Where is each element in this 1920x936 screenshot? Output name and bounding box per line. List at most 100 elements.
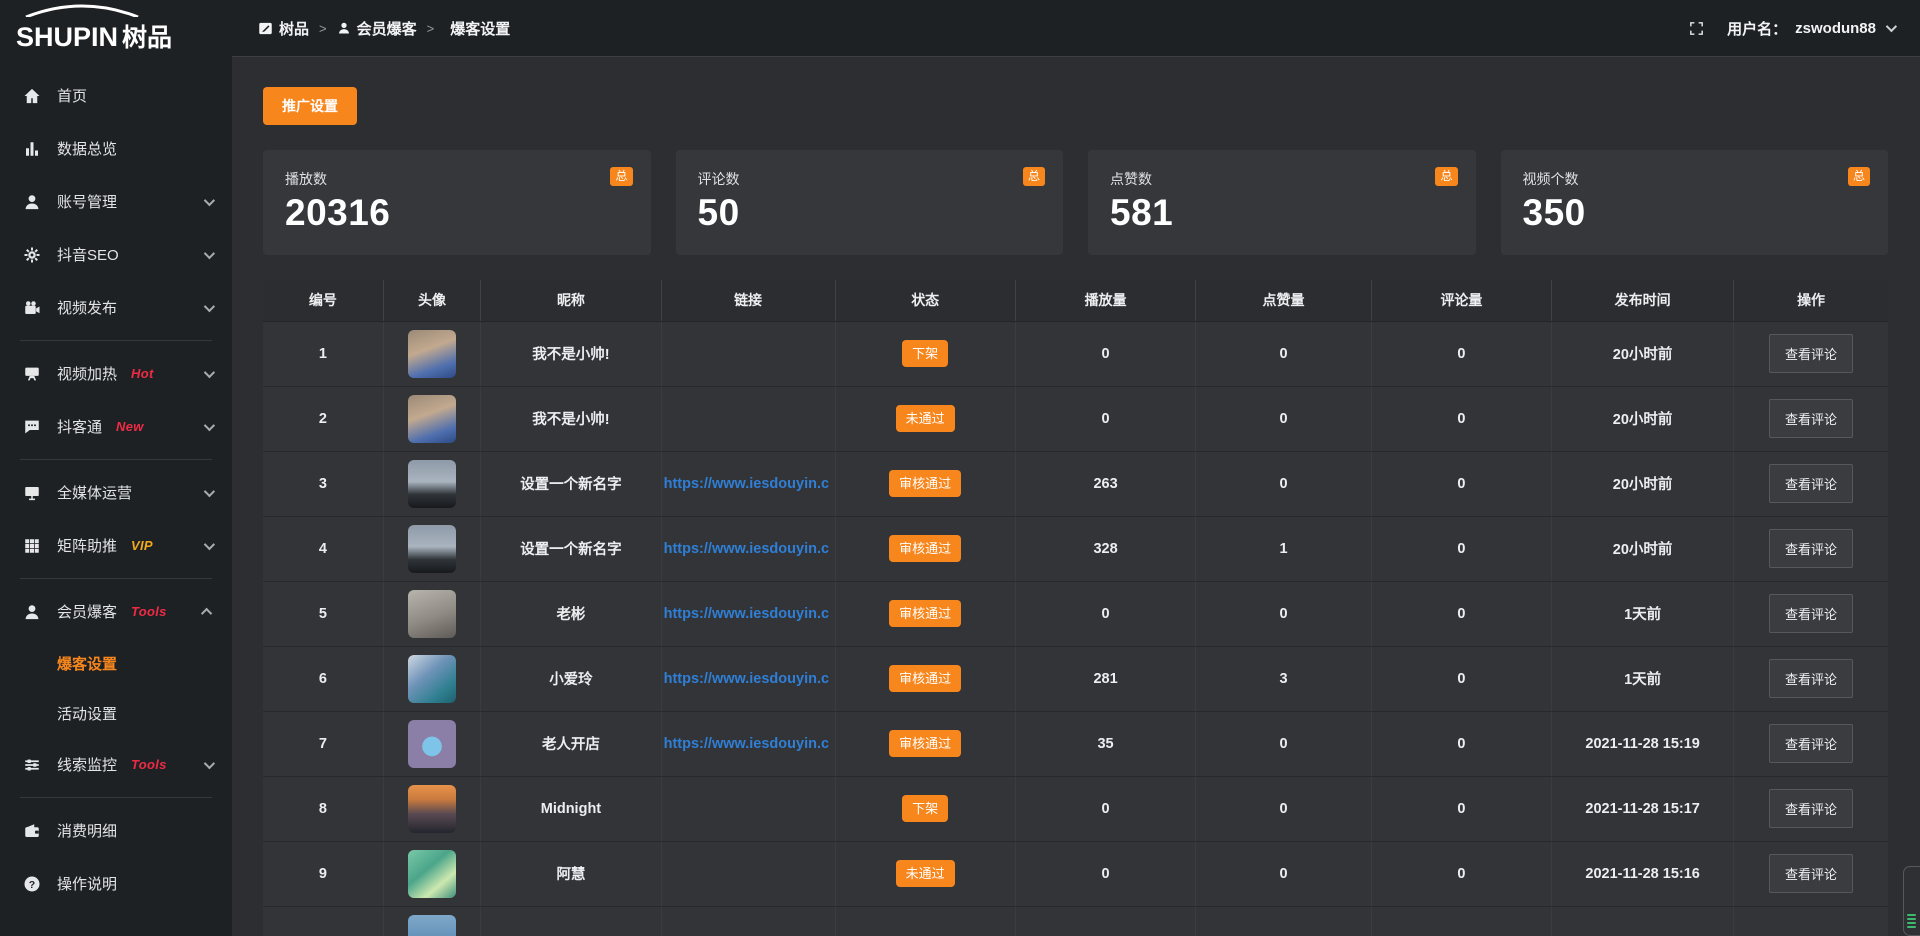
avatar	[408, 915, 456, 936]
table-row: 1 我不是小帅! 下架 0 0 0 20小时前 查看评论	[263, 321, 1888, 386]
member-icon	[22, 602, 42, 622]
video-link[interactable]: https://www.iesdouyin.c	[662, 541, 835, 557]
sidebar-item-label: 操作说明	[57, 873, 117, 894]
cell-id: 7	[263, 711, 383, 776]
floating-widget[interactable]	[1903, 866, 1920, 936]
question-circle-icon: ?	[22, 874, 42, 894]
table-row: 4 设置一个新名字 https://www.iesdouyin.c 审核通过 3…	[263, 516, 1888, 581]
table-row: 2 我不是小帅! 未通过 0 0 0 20小时前 查看评论	[263, 386, 1888, 451]
user-menu[interactable]: 用户名：zswodun88	[1727, 18, 1894, 39]
total-badge: 总	[610, 167, 632, 186]
cell-nickname: 小爱玲	[481, 646, 661, 711]
view-comments-button[interactable]: 查看评论	[1769, 334, 1853, 373]
avatar	[408, 525, 456, 573]
cell-plays: 35	[1015, 711, 1195, 776]
cell-nickname	[481, 906, 661, 936]
breadcrumb-separator: >	[427, 21, 435, 36]
stat-value: 20316	[285, 192, 629, 234]
user-label: 用户名：	[1727, 18, 1787, 39]
total-badge: 总	[1023, 167, 1045, 186]
sidebar-item-matrix-boost[interactable]: 矩阵助推 VIP	[0, 519, 232, 572]
avatar	[408, 395, 456, 443]
content: 推广设置 播放数 20316 总 评论数 50 总 点赞数 581 总	[232, 57, 1920, 936]
cell-id: 5	[263, 581, 383, 646]
fullscreen-icon[interactable]	[1688, 20, 1705, 37]
cell-id: 1	[263, 321, 383, 386]
view-comments-button[interactable]: 查看评论	[1769, 464, 1853, 503]
cell-comments: 0	[1371, 776, 1551, 841]
cell-plays: 0	[1015, 581, 1195, 646]
avatar	[408, 850, 456, 898]
promo-settings-button[interactable]: 推广设置	[263, 87, 357, 125]
view-comments-button[interactable]: 查看评论	[1769, 399, 1853, 438]
breadcrumb-label: 会员爆客	[357, 18, 417, 39]
main-area: 树品 > 会员爆客 > 爆客设置 用户名：	[232, 0, 1920, 936]
chevron-up-icon	[201, 607, 212, 618]
chevron-down-icon	[204, 366, 215, 377]
sidebar-item-account[interactable]: 账号管理	[0, 175, 232, 228]
cell-likes: 0	[1196, 581, 1372, 646]
video-link[interactable]: https://www.iesdouyin.c	[662, 476, 835, 492]
table-row: 8 Midnight 下架 0 0 0 2021-11-28 15:17 查看评…	[263, 776, 1888, 841]
topbar-right: 用户名：zswodun88	[1688, 18, 1894, 39]
cell-plays: 0	[1015, 386, 1195, 451]
stat-label: 点赞数	[1110, 169, 1454, 189]
sidebar-item-help[interactable]: ? 操作说明	[0, 857, 232, 910]
monitor-icon	[22, 483, 42, 503]
sidebar-subitem-baoke-settings[interactable]: 爆客设置	[0, 638, 232, 688]
video-link[interactable]: https://www.iesdouyin.c	[662, 671, 835, 687]
sidebar-item-data-overview[interactable]: 数据总览	[0, 122, 232, 175]
view-comments-button[interactable]: 查看评论	[1769, 724, 1853, 763]
col-header-time: 发布时间	[1552, 280, 1734, 321]
chevron-down-icon	[204, 757, 215, 768]
cell-id: 6	[263, 646, 383, 711]
breadcrumb-item-shupin[interactable]: 树品	[258, 18, 309, 39]
view-comments-button[interactable]: 查看评论	[1769, 529, 1853, 568]
stat-label: 评论数	[698, 169, 1042, 189]
col-header-likes: 点赞量	[1196, 280, 1372, 321]
stat-label: 视频个数	[1523, 169, 1867, 189]
sidebar-item-douyin-seo[interactable]: 抖音SEO	[0, 228, 232, 281]
view-comments-button[interactable]: 查看评论	[1769, 789, 1853, 828]
vip-badge: VIP	[131, 538, 153, 553]
breadcrumb: 树品 > 会员爆客 > 爆客设置	[258, 18, 510, 39]
sidebar-divider	[20, 340, 212, 341]
view-comments-button[interactable]: 查看评论	[1769, 854, 1853, 893]
status-badge: 审核通过	[889, 665, 961, 692]
sidebar-item-douketong[interactable]: 抖客通 New	[0, 400, 232, 453]
cell-comments: 0	[1371, 516, 1551, 581]
cell-id: 9	[263, 841, 383, 906]
sidebar-menu: 首页 数据总览 账号管理 抖音SEO	[0, 57, 232, 910]
breadcrumb-separator: >	[319, 21, 327, 36]
total-badge: 总	[1435, 167, 1457, 186]
chevron-down-icon	[204, 485, 215, 496]
view-comments-button[interactable]: 查看评论	[1769, 594, 1853, 633]
sidebar-subitem-activity-settings[interactable]: 活动设置	[0, 688, 232, 738]
breadcrumb-item-member-baoke[interactable]: 会员爆客	[337, 18, 417, 39]
avatar	[408, 655, 456, 703]
col-header-status: 状态	[835, 280, 1015, 321]
cell-plays	[1015, 906, 1195, 936]
cell-likes: 3	[1196, 646, 1372, 711]
stat-card-comments: 评论数 50 总	[676, 150, 1064, 255]
view-comments-button[interactable]: 查看评论	[1769, 659, 1853, 698]
cell-id	[263, 906, 383, 936]
sliders-icon	[22, 755, 42, 775]
sidebar-subitem-label: 活动设置	[57, 703, 117, 724]
avatar	[408, 590, 456, 638]
cell-time: 20小时前	[1552, 386, 1734, 451]
sidebar-item-video-heat[interactable]: 视频加热 Hot	[0, 347, 232, 400]
sidebar-item-label: 账号管理	[57, 191, 117, 212]
sidebar-item-home[interactable]: 首页	[0, 69, 232, 122]
sidebar-item-video-publish[interactable]: 视频发布	[0, 281, 232, 334]
video-link[interactable]: https://www.iesdouyin.c	[662, 736, 835, 752]
sidebar-item-consume-detail[interactable]: 消费明细	[0, 804, 232, 857]
svg-text:?: ?	[29, 878, 35, 890]
sidebar-item-clue-monitor[interactable]: 线索监控 Tools	[0, 738, 232, 791]
video-link[interactable]: https://www.iesdouyin.c	[662, 606, 835, 622]
video-camera-icon	[22, 298, 42, 318]
sidebar-divider	[20, 797, 212, 798]
cell-comments: 0	[1371, 321, 1551, 386]
sidebar-item-media-ops[interactable]: 全媒体运营	[0, 466, 232, 519]
sidebar-item-member-baoke[interactable]: 会员爆客 Tools	[0, 585, 232, 638]
